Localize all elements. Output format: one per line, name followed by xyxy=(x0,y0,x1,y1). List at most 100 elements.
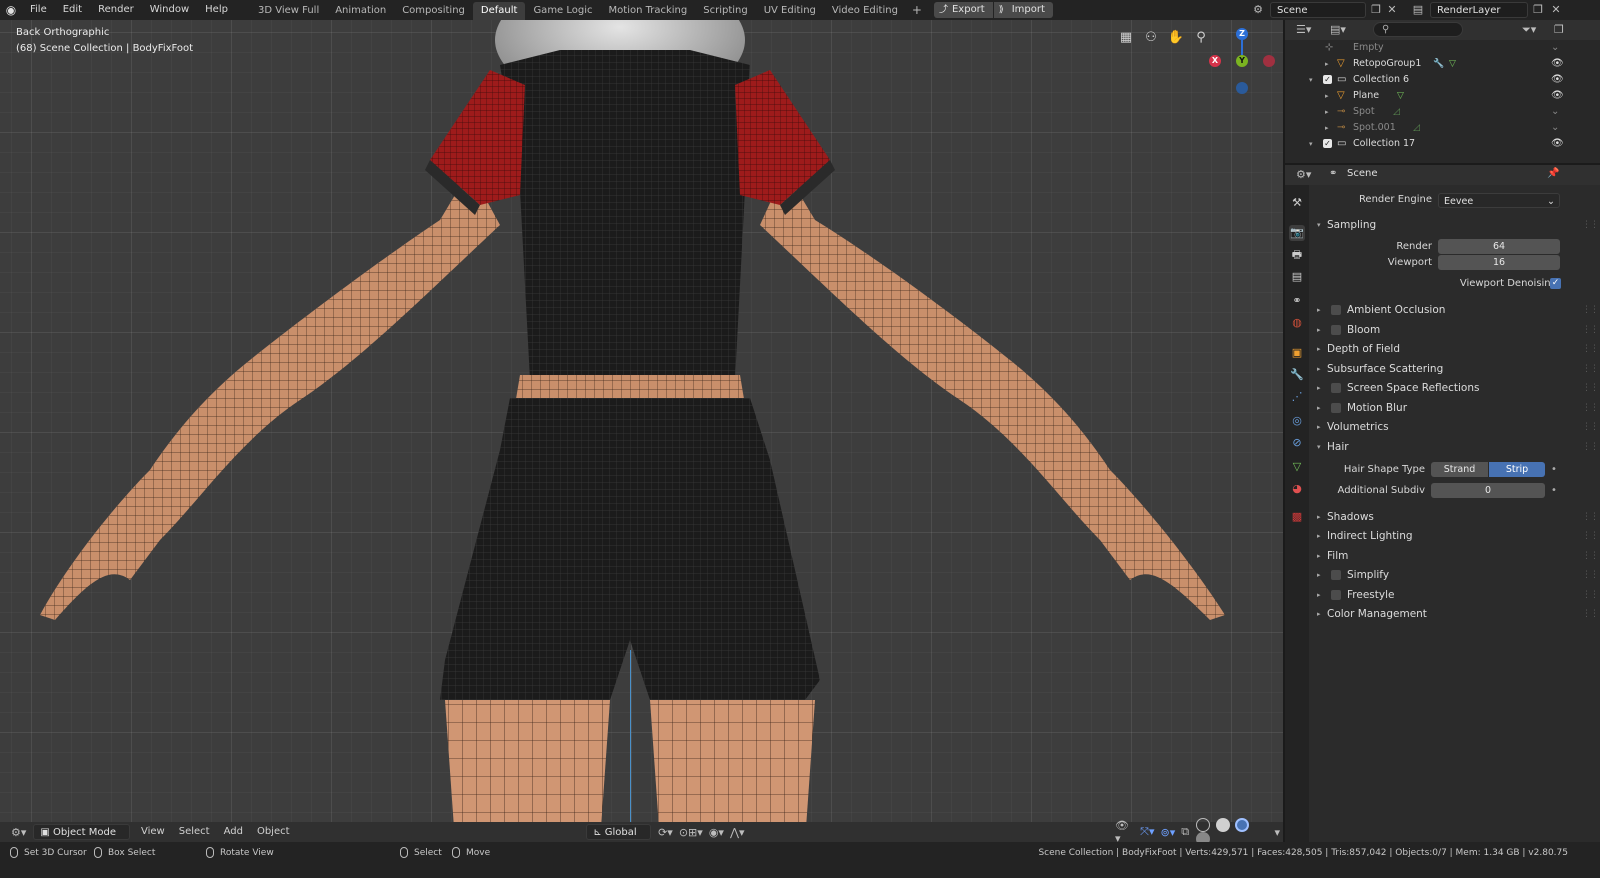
new-collection-icon[interactable]: ❐ xyxy=(1551,23,1567,36)
hair-shape-strand-button[interactable]: Strand xyxy=(1431,462,1488,477)
panel-checkbox[interactable] xyxy=(1331,383,1341,393)
drag-handle-icon[interactable]: ⋮⋮ xyxy=(1582,507,1599,527)
panel-simplify[interactable]: ▸ Simplify ⋮⋮ xyxy=(1311,565,1600,585)
menu-render[interactable]: Render xyxy=(90,0,142,20)
physics-tab-icon[interactable]: ◎ xyxy=(1289,413,1305,429)
drag-handle-icon[interactable]: ⋮⋮ xyxy=(1582,417,1599,437)
hidden-icon[interactable]: ⌄ xyxy=(1551,120,1559,136)
xray-toggle-icon[interactable]: ⧉ xyxy=(1178,825,1192,839)
drag-handle-icon[interactable]: ⋮⋮ xyxy=(1582,359,1599,379)
gizmo-neg-z-axis[interactable] xyxy=(1236,82,1248,94)
tab-default[interactable]: Default xyxy=(472,2,526,20)
data-tab-icon[interactable]: ▽ xyxy=(1289,459,1305,475)
panel-checkbox[interactable] xyxy=(1331,570,1341,580)
3d-viewport[interactable]: Back Orthographic (68) Scene Collection … xyxy=(0,20,1283,842)
hair-panel-header[interactable]: ▾ Hair ⋮⋮ xyxy=(1311,437,1600,457)
falloff-icon[interactable]: ⋀▾ xyxy=(727,826,748,839)
gizmo-toggle-icon[interactable]: ⤧▾ xyxy=(1137,825,1157,839)
outliner-editor-type-icon[interactable]: ☰▾ xyxy=(1293,23,1314,36)
menu-add[interactable]: Add xyxy=(217,822,250,842)
proportional-edit-icon[interactable]: ◉▾ xyxy=(706,826,727,839)
collapse-icon[interactable]: ▾ xyxy=(1309,136,1313,152)
panel-indirect-lighting[interactable]: ▸ Indirect Lighting ⋮⋮ xyxy=(1311,526,1600,546)
hair-shape-strip-button[interactable]: Strip xyxy=(1489,462,1545,477)
filter-icon[interactable]: ⏷▾ xyxy=(1519,23,1539,37)
camera-view-icon[interactable]: ⚇ xyxy=(1141,28,1161,48)
panel-shadows[interactable]: ▸ Shadows ⋮⋮ xyxy=(1311,507,1600,527)
object-tab-icon[interactable]: ▣ xyxy=(1289,345,1305,361)
expand-icon[interactable]: ▸ xyxy=(1325,88,1329,104)
panel-checkbox[interactable] xyxy=(1331,305,1341,315)
particles-tab-icon[interactable]: ⋰ xyxy=(1289,389,1305,405)
expand-icon[interactable]: ▸ xyxy=(1325,56,1329,72)
drag-handle-icon[interactable]: ⋮⋮ xyxy=(1582,339,1599,359)
mode-selector[interactable]: ▣ Object Mode ▾ xyxy=(33,824,130,854)
drag-handle-icon[interactable]: ⋮⋮ xyxy=(1582,604,1599,624)
gizmo-neg-x-axis[interactable] xyxy=(1263,55,1275,67)
outliner-row[interactable]: ▸ ▽ Plane ▽ 👁 xyxy=(1285,88,1600,104)
tab-compositing[interactable]: Compositing xyxy=(394,2,473,20)
eye-icon[interactable]: 👁 xyxy=(1551,136,1564,152)
eye-icon[interactable]: 👁 xyxy=(1551,56,1564,72)
zoom-icon[interactable]: ⚲ xyxy=(1191,28,1211,48)
menu-file[interactable]: File xyxy=(22,0,55,20)
outliner-row[interactable]: ▸ ▽ RetopoGroup1 🔧 ▽ 👁 xyxy=(1285,56,1600,72)
grid-toggle-icon[interactable]: ▦ xyxy=(1116,28,1136,48)
sampling-panel-header[interactable]: ▾ Sampling ⋮⋮ xyxy=(1311,215,1600,235)
tab-video-editing[interactable]: Video Editing xyxy=(824,2,906,20)
collection-checkbox[interactable]: ✓ xyxy=(1323,75,1332,84)
overlay-toggle-icon[interactable]: ⊚▾ xyxy=(1157,826,1178,839)
new-layer-icon[interactable]: ❐ xyxy=(1530,2,1546,18)
view-layer-tab-icon[interactable]: ▤ xyxy=(1289,269,1305,285)
denoise-checkbox[interactable]: ✓ xyxy=(1550,278,1561,289)
material-shading-icon[interactable] xyxy=(1235,818,1250,832)
outliner-row[interactable]: ▸ ⊸ Spot.001 ◿ ⌄ xyxy=(1285,120,1600,136)
delete-scene-icon[interactable]: ✕ xyxy=(1384,2,1400,18)
panel-checkbox[interactable] xyxy=(1331,403,1341,413)
editor-type-icon[interactable]: ⚙▾ xyxy=(8,826,29,839)
material-tab-icon[interactable]: ◕ xyxy=(1289,481,1305,497)
drag-handle-icon[interactable]: ⋮⋮ xyxy=(1582,215,1599,235)
shading-options-icon[interactable]: ▾ xyxy=(1271,826,1283,839)
output-tab-icon[interactable]: 🖶 xyxy=(1289,247,1305,263)
panel-bloom[interactable]: ▸ Bloom ⋮⋮ xyxy=(1311,320,1600,340)
drag-handle-icon[interactable]: ⋮⋮ xyxy=(1582,546,1599,566)
drag-handle-icon[interactable]: ⋮⋮ xyxy=(1582,565,1599,585)
gizmo-z-axis[interactable]: Z xyxy=(1236,28,1248,40)
outliner-row[interactable]: ▾ ✓ ▭ Collection 6 👁 xyxy=(1285,72,1600,88)
drag-handle-icon[interactable]: ⋮⋮ xyxy=(1582,320,1599,340)
gizmo-x-axis[interactable]: X xyxy=(1209,55,1221,67)
pin-icon[interactable]: 📌 xyxy=(1547,168,1559,179)
panel-color-management[interactable]: ▸ Color Management ⋮⋮ xyxy=(1311,604,1600,624)
export-button[interactable]: ⤴ Export xyxy=(933,2,993,18)
tool-tab-icon[interactable]: ⚒ xyxy=(1289,195,1305,211)
modifier-tab-icon[interactable]: 🔧 xyxy=(1289,367,1305,383)
transform-orientation[interactable]: ⊾ Global ▾ xyxy=(586,824,652,854)
panel-ambient-occlusion[interactable]: ▸ Ambient Occlusion ⋮⋮ xyxy=(1311,300,1600,320)
tab-3d-view-full[interactable]: 3D View Full xyxy=(250,2,327,20)
menu-select[interactable]: Select xyxy=(172,822,217,842)
eye-icon[interactable]: 👁 xyxy=(1551,72,1564,88)
panel-checkbox[interactable] xyxy=(1331,325,1341,335)
tab-motion-tracking[interactable]: Motion Tracking xyxy=(601,2,696,20)
panel-depth-of-field[interactable]: ▸ Depth of Field ⋮⋮ xyxy=(1311,339,1600,359)
solid-shading-icon[interactable] xyxy=(1215,818,1230,832)
outliner-row[interactable]: ▾ ✓ ▭ Collection 17 👁 xyxy=(1285,136,1600,152)
scene-tab-icon[interactable]: ⚭ xyxy=(1289,293,1305,309)
tab-animation[interactable]: Animation xyxy=(327,2,394,20)
delete-layer-icon[interactable]: ✕ xyxy=(1548,2,1564,18)
outliner-search-input[interactable]: ⚲ xyxy=(1373,22,1463,37)
menu-edit[interactable]: Edit xyxy=(55,0,90,20)
world-tab-icon[interactable]: ◍ xyxy=(1289,315,1305,331)
add-workspace-button[interactable]: + xyxy=(906,3,928,17)
drag-handle-icon[interactable]: ⋮⋮ xyxy=(1582,526,1599,546)
expand-icon[interactable]: ▸ xyxy=(1325,120,1329,136)
view-layer-icon[interactable]: ▤ xyxy=(1410,2,1426,18)
panel-motion-blur[interactable]: ▸ Motion Blur ⋮⋮ xyxy=(1311,398,1600,418)
texture-tab-icon[interactable]: ▩ xyxy=(1289,509,1305,525)
render-layer-field[interactable]: RenderLayer xyxy=(1430,2,1528,18)
display-mode-icon[interactable]: ▤▾ xyxy=(1327,23,1349,36)
tab-uv-editing[interactable]: UV Editing xyxy=(756,2,824,20)
hidden-icon[interactable]: ⌄ xyxy=(1551,40,1559,56)
menu-object[interactable]: Object xyxy=(250,822,297,842)
